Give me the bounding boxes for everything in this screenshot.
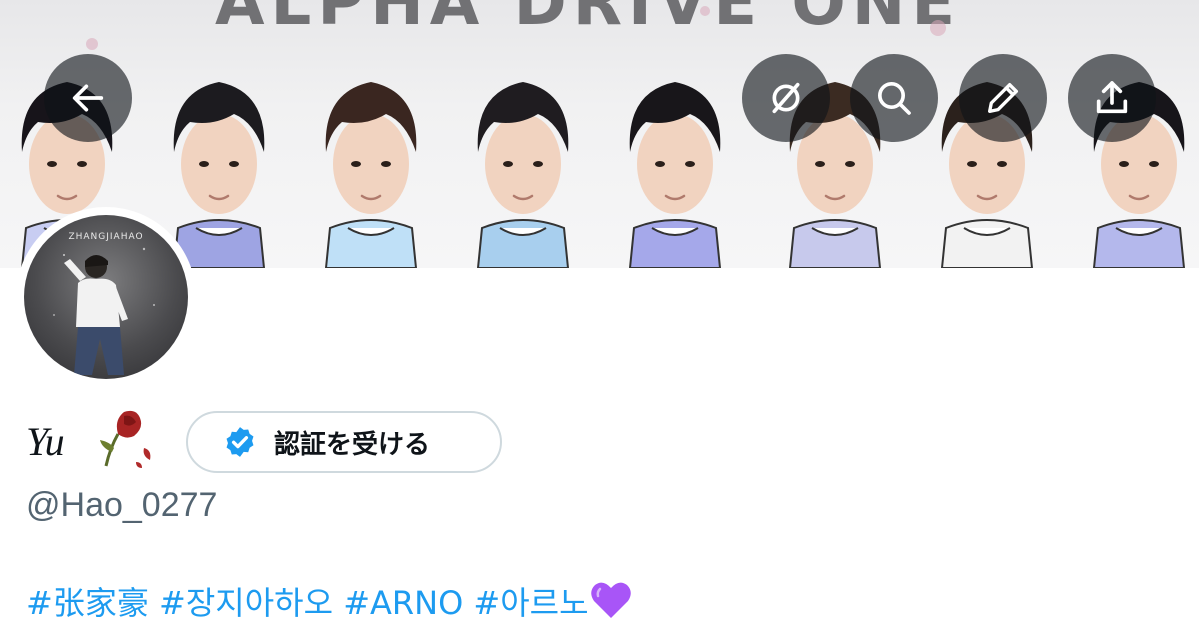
- share-button[interactable]: [1068, 54, 1156, 142]
- share-upload-icon: [1096, 81, 1128, 114]
- banner-member-illustration: [296, 52, 446, 268]
- banner-splat: [930, 20, 946, 36]
- username-handle: @Hao_0277: [26, 486, 218, 524]
- edit-button[interactable]: [959, 54, 1047, 142]
- back-button[interactable]: [44, 54, 132, 142]
- banner-splat: [700, 6, 710, 16]
- banner-member-illustration: [448, 52, 598, 268]
- banner-title: ALPHA DRIVE ONE: [215, 0, 962, 40]
- pencil-icon: [988, 83, 1018, 114]
- get-verified-button[interactable]: 認証を受ける: [186, 411, 502, 473]
- get-verified-label: 認証を受ける: [274, 429, 431, 460]
- display-name: Yu: [26, 419, 65, 464]
- purple-heart-icon: [590, 582, 631, 618]
- hashtag-link[interactable]: #张家豪: [26, 584, 149, 622]
- search-icon: [878, 82, 911, 115]
- bio: #张家豪 #장지아하오 #ARNO #아르노: [26, 578, 633, 624]
- wilted-rose-icon: [100, 410, 151, 468]
- avatar-caption: ZHANGJIAHAO: [68, 232, 143, 242]
- translate-off-icon: [772, 82, 800, 114]
- banner-member-illustration: [600, 52, 750, 268]
- hashtag-link[interactable]: #장지아하오: [159, 584, 333, 622]
- banner-splat: [86, 38, 98, 50]
- avatar[interactable]: ZHANGJIAHAO: [24, 215, 188, 379]
- hashtag-link[interactable]: #아르노: [473, 584, 588, 622]
- avatar-photo: ZHANGJIAHAO: [53, 232, 155, 375]
- arrow-left-icon: [72, 84, 104, 112]
- verified-badge-icon: [226, 427, 254, 457]
- hashtag-link[interactable]: #ARNO: [343, 584, 463, 622]
- translate-button[interactable]: [742, 54, 830, 142]
- search-button[interactable]: [850, 54, 938, 142]
